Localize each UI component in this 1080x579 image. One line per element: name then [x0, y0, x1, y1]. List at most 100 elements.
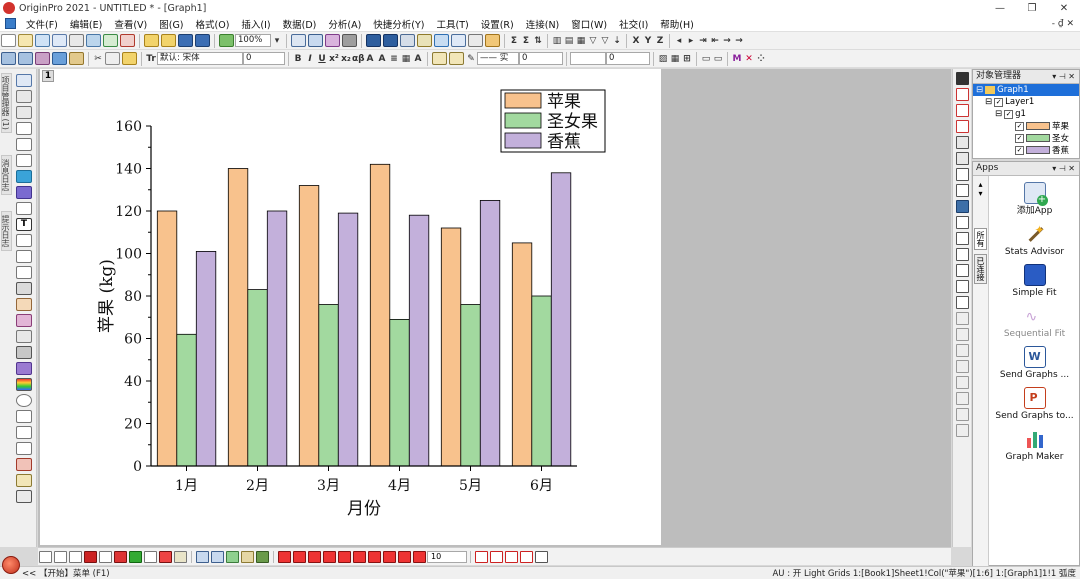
- zoom-combo[interactable]: 100%: [235, 34, 271, 47]
- align-tool-3-icon[interactable]: [956, 344, 969, 357]
- x-icon[interactable]: X: [630, 36, 642, 46]
- line-color-icon[interactable]: ✎: [465, 54, 477, 64]
- text-tool-icon[interactable]: T: [16, 218, 32, 231]
- menu-connect[interactable]: 连接(N): [520, 17, 566, 31]
- copy-icon[interactable]: [105, 52, 120, 65]
- app-simple-fit[interactable]: Simple Fit: [990, 264, 1079, 299]
- menu-tools[interactable]: 工具(T): [431, 17, 475, 31]
- grid-icon[interactable]: ▨: [657, 54, 669, 64]
- close-button[interactable]: ✕: [1048, 3, 1080, 14]
- align-tool-icon[interactable]: [956, 312, 969, 325]
- data-selector-icon[interactable]: [451, 34, 466, 47]
- object-front-icon[interactable]: [383, 550, 396, 563]
- layer-tool-icon[interactable]: [16, 410, 32, 423]
- frame-2-icon[interactable]: ▭: [712, 54, 724, 64]
- menu-settings[interactable]: 设置(R): [475, 17, 520, 31]
- hilo-plot-icon[interactable]: [114, 550, 127, 563]
- object-back-icon[interactable]: [398, 550, 411, 563]
- symbol-size-combo[interactable]: 0: [606, 52, 650, 65]
- app-add[interactable]: + 添加App: [990, 182, 1079, 217]
- axis-3-icon[interactable]: [956, 120, 969, 133]
- data-reader-icon[interactable]: [434, 34, 449, 47]
- align-tool-8-icon[interactable]: [956, 424, 969, 437]
- layer-arrange-2-icon[interactable]: [956, 184, 969, 197]
- draw-axis-2-icon[interactable]: [956, 232, 969, 245]
- rescale-icon[interactable]: [52, 52, 67, 65]
- data-reader-tool-icon[interactable]: [16, 122, 32, 135]
- menu-file[interactable]: 文件(F): [20, 17, 64, 31]
- sort-icon[interactable]: ⇣: [611, 36, 623, 46]
- column-plot-icon[interactable]: [84, 550, 97, 563]
- 3d-bar-icon[interactable]: [211, 550, 224, 563]
- arrow-right-2-icon[interactable]: →: [733, 36, 745, 46]
- code-builder-icon[interactable]: [417, 34, 432, 47]
- new-matrix-icon[interactable]: [69, 34, 84, 47]
- tree-item-plot[interactable]: ✓ 圣女: [973, 132, 1079, 144]
- tree-item-layer[interactable]: ⊟ ✓ Layer1: [973, 96, 1079, 108]
- apps-tab-all[interactable]: 所有: [974, 228, 987, 250]
- new-function-icon[interactable]: [86, 34, 101, 47]
- screen-reader-icon[interactable]: [16, 138, 32, 151]
- hand-tool-icon[interactable]: [16, 298, 32, 311]
- equation-icon[interactable]: [16, 362, 32, 375]
- paste-icon[interactable]: [122, 52, 137, 65]
- 3d-surface-icon[interactable]: [196, 550, 209, 563]
- font-color-icon[interactable]: A: [412, 54, 424, 64]
- table-tool-icon[interactable]: [16, 234, 32, 247]
- object-group-icon[interactable]: [353, 550, 366, 563]
- app-graph-maker[interactable]: Graph Maker: [990, 428, 1079, 463]
- app-send-graphs-ppt[interactable]: P Send Graphs to...: [990, 387, 1079, 422]
- zoom-dropdown-icon[interactable]: ▾: [271, 36, 283, 46]
- app-stats-advisor[interactable]: ✦ Stats Advisor: [990, 223, 1079, 258]
- stat-plot-icon[interactable]: [159, 550, 172, 563]
- results-log-icon[interactable]: [383, 34, 398, 47]
- align-tool-6-icon[interactable]: [956, 392, 969, 405]
- grid-2-icon[interactable]: ▦: [669, 54, 681, 64]
- histogram-icon[interactable]: ▥: [551, 36, 563, 46]
- object-align-right-icon[interactable]: [293, 550, 306, 563]
- superscript-icon[interactable]: x²: [328, 54, 340, 64]
- tree-item-plot[interactable]: ✓ 苹果: [973, 120, 1079, 132]
- quick-ops-icon[interactable]: ⇅: [532, 36, 544, 46]
- template-plot-icon[interactable]: [174, 550, 187, 563]
- menu-edit[interactable]: 编辑(E): [64, 17, 108, 31]
- axis-icon[interactable]: [956, 88, 969, 101]
- filter-icon[interactable]: ▽: [587, 36, 599, 46]
- move-left-icon[interactable]: ◂: [673, 36, 685, 46]
- data-info-icon[interactable]: [468, 34, 483, 47]
- align-tool-4-icon[interactable]: [956, 360, 969, 373]
- new-layout-icon[interactable]: [120, 34, 135, 47]
- messages-log-tab[interactable]: 消息日志: [1, 155, 12, 195]
- insert-image-icon[interactable]: [16, 330, 32, 343]
- menu-graph[interactable]: 图(G): [153, 17, 189, 31]
- draw-axis-5-icon[interactable]: [956, 280, 969, 293]
- arrow-right-icon[interactable]: →: [721, 36, 733, 46]
- object-rotate-icon[interactable]: [413, 550, 426, 563]
- layer-checkbox[interactable]: ✓: [994, 97, 1004, 107]
- duplicate-icon[interactable]: [291, 34, 306, 47]
- tree-item-plot[interactable]: ✓ 香蕉: [973, 144, 1079, 156]
- scatter-plot-icon[interactable]: [54, 550, 67, 563]
- subscript-icon[interactable]: x₂: [340, 54, 352, 64]
- project-explorer-tab[interactable]: 项目管理器 (1): [1, 73, 12, 133]
- line-width-combo[interactable]: 0: [519, 52, 563, 65]
- menu-analysis[interactable]: 分析(A): [322, 17, 367, 31]
- add-plot-icon[interactable]: [490, 550, 503, 563]
- menu-help[interactable]: 帮助(H): [654, 17, 700, 31]
- border-combo[interactable]: [570, 52, 606, 65]
- table-icon[interactable]: ▦: [400, 54, 412, 64]
- layer-manage-icon[interactable]: [956, 152, 969, 165]
- line-style-combo[interactable]: —— 实: [477, 52, 519, 65]
- save-template-icon[interactable]: [195, 34, 210, 47]
- menu-social[interactable]: 社交(I): [613, 17, 654, 31]
- command-window-icon[interactable]: [400, 34, 415, 47]
- ternary-icon[interactable]: [241, 550, 254, 563]
- m-icon[interactable]: M: [731, 54, 743, 64]
- rescale-tool-icon[interactable]: [956, 72, 969, 85]
- layer-icon[interactable]: [1, 52, 16, 65]
- scale-bar-icon[interactable]: [16, 426, 32, 439]
- new-project-icon[interactable]: [1, 34, 16, 47]
- rescale-plot-icon[interactable]: [505, 550, 518, 563]
- layer-number-tab[interactable]: 1: [42, 70, 54, 82]
- align-tool-7-icon[interactable]: [956, 408, 969, 421]
